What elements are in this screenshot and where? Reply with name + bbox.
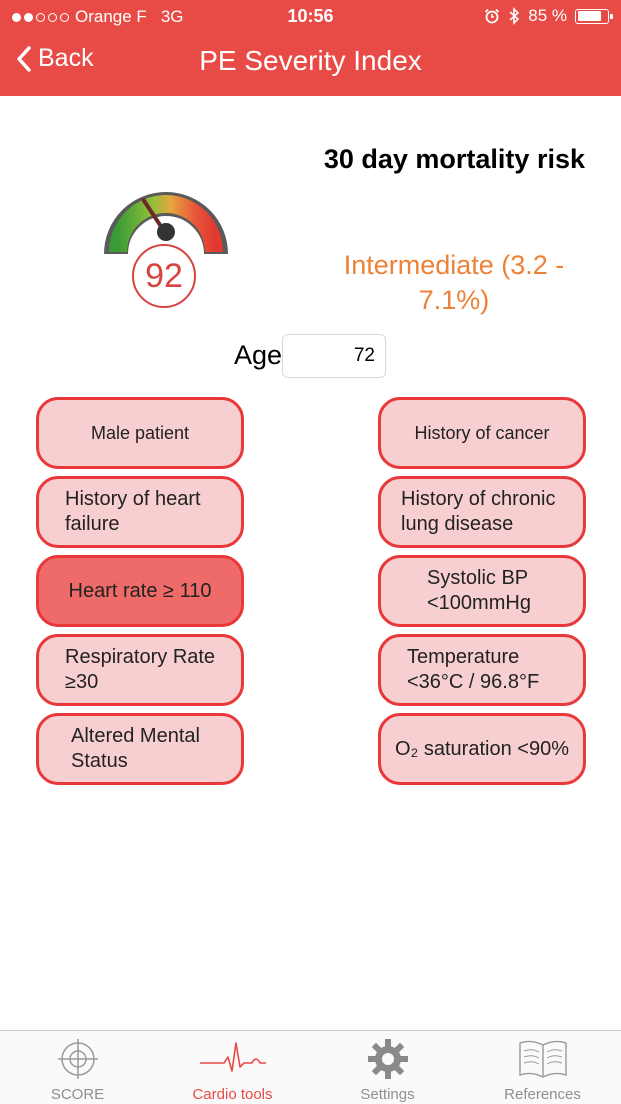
male-patient-button[interactable]: Male patient — [36, 397, 244, 469]
gear-icon — [367, 1039, 408, 1079]
status-right: 85 % — [484, 6, 613, 26]
age-input[interactable] — [282, 334, 386, 378]
tab-score[interactable]: SCORE — [0, 1031, 155, 1104]
respiratory-rate-label: Respiratory Rate ≥30 — [65, 646, 216, 693]
alarm-icon — [485, 8, 500, 24]
tab-settings-label: Settings — [360, 1086, 415, 1103]
status-bar: Orange F 3G 10:56 85 % — [0, 0, 621, 34]
page-title: PE Severity Index — [199, 45, 422, 76]
battery-percent: 85 % — [528, 6, 567, 25]
bluetooth-icon — [509, 7, 520, 25]
ecg-icon — [199, 1042, 266, 1072]
systolic-bp-button[interactable]: Systolic BP <100mmHg — [378, 555, 586, 627]
tab-bar: SCORE Cardio tools Settings References — [0, 1030, 621, 1104]
respiratory-rate-button[interactable]: Respiratory Rate ≥30 — [36, 634, 244, 706]
systolic-bp-label: Systolic BP <100mmHg — [427, 567, 531, 614]
battery-icon — [575, 8, 613, 24]
risk-title: 30 day mortality risk — [323, 144, 585, 174]
tab-references[interactable]: References — [465, 1031, 620, 1104]
crosshair-icon — [57, 1039, 98, 1079]
header: Orange F 3G 10:56 85 % Back PE Severity — [0, 0, 621, 96]
altered-mental-status-label: Altered Mental Status — [71, 725, 200, 772]
history-of-cancer-button[interactable]: History of cancer — [378, 397, 586, 469]
o2-saturation-button[interactable]: O₂ saturation <90% — [378, 713, 586, 785]
risk-value: Intermediate (3.2 - 7.1%) — [343, 250, 565, 315]
tab-settings[interactable]: Settings — [310, 1031, 465, 1104]
tab-score-label: SCORE — [50, 1086, 105, 1103]
chronic-lung-disease-button[interactable]: History of chronic lung disease — [378, 476, 586, 548]
altered-mental-status-button[interactable]: Altered Mental Status — [36, 713, 244, 785]
age-label: Age — [234, 340, 283, 370]
heart-failure-button[interactable]: History of heart failure — [36, 476, 244, 548]
tab-references-label: References — [504, 1086, 581, 1103]
battery-fill — [577, 11, 602, 21]
tab-cardio-tools[interactable]: Cardio tools — [155, 1031, 310, 1104]
heart-failure-label: History of heart failure — [65, 488, 201, 535]
book-icon — [518, 1040, 567, 1078]
tab-cardio-tools-label: Cardio tools — [192, 1086, 273, 1103]
chronic-lung-disease-label: History of chronic lung disease — [401, 488, 556, 535]
heart-rate-button[interactable]: Heart rate ≥ 110 — [36, 555, 244, 627]
score-value: 92 — [132, 244, 196, 308]
temperature-button[interactable]: Temperature <36°C / 96.8°F — [378, 634, 586, 706]
temperature-label: Temperature <36°C / 96.8°F — [407, 646, 540, 693]
gauge-hub — [157, 223, 175, 241]
